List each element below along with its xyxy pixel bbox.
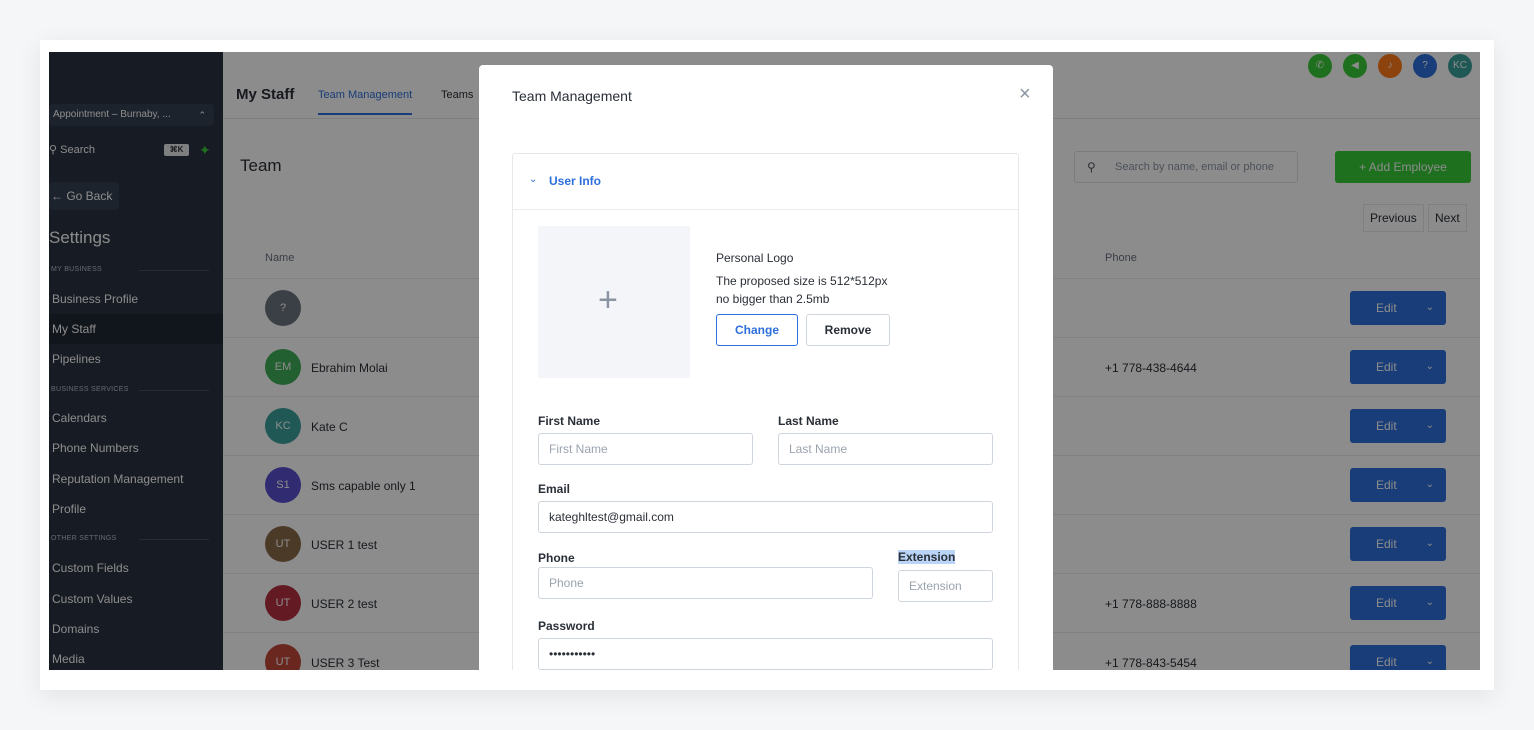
change-logo-button[interactable]: Change	[716, 314, 798, 346]
plus-icon: +	[598, 281, 618, 319]
last-name-field[interactable]: Last Name	[778, 433, 993, 465]
logo-title: Personal Logo	[716, 251, 794, 265]
modal-title: Team Management	[512, 88, 632, 104]
first-name-label: First Name	[538, 414, 601, 428]
email-field[interactable]: kateghltest@gmail.com	[538, 501, 993, 533]
phone-label: Phone	[538, 551, 575, 565]
extension-label: Extension	[898, 550, 956, 564]
password-field[interactable]: •••••••••••	[538, 638, 993, 670]
phone-field[interactable]: Phone	[538, 567, 873, 599]
close-icon[interactable]: ×	[1019, 83, 1031, 106]
team-management-modal: Team Management × ⌄ User Info + Personal…	[479, 65, 1053, 670]
chevron-down-icon: ⌄	[529, 174, 538, 185]
email-label: Email	[538, 482, 571, 496]
user-info-panel: ⌄ User Info + Personal Logo The proposed…	[512, 153, 1019, 670]
logo-limit-hint: no bigger than 2.5mb	[716, 292, 830, 306]
logo-upload-area[interactable]: +	[538, 226, 690, 378]
logo-size-hint: The proposed size is 512*512px	[716, 274, 888, 288]
screenshot-frame: Appointment – Burnaby, ... ⌃ ⚲ Search ⌘K…	[40, 40, 1494, 690]
password-label: Password	[538, 619, 595, 633]
first-name-field[interactable]: First Name	[538, 433, 753, 465]
remove-logo-button[interactable]: Remove	[806, 314, 890, 346]
accordion-label: User Info	[549, 174, 602, 188]
user-info-accordion-header[interactable]: ⌄ User Info	[513, 154, 1018, 210]
last-name-label: Last Name	[778, 414, 839, 428]
extension-field[interactable]: Extension	[898, 570, 993, 602]
app-window: Appointment – Burnaby, ... ⌃ ⚲ Search ⌘K…	[49, 52, 1480, 670]
